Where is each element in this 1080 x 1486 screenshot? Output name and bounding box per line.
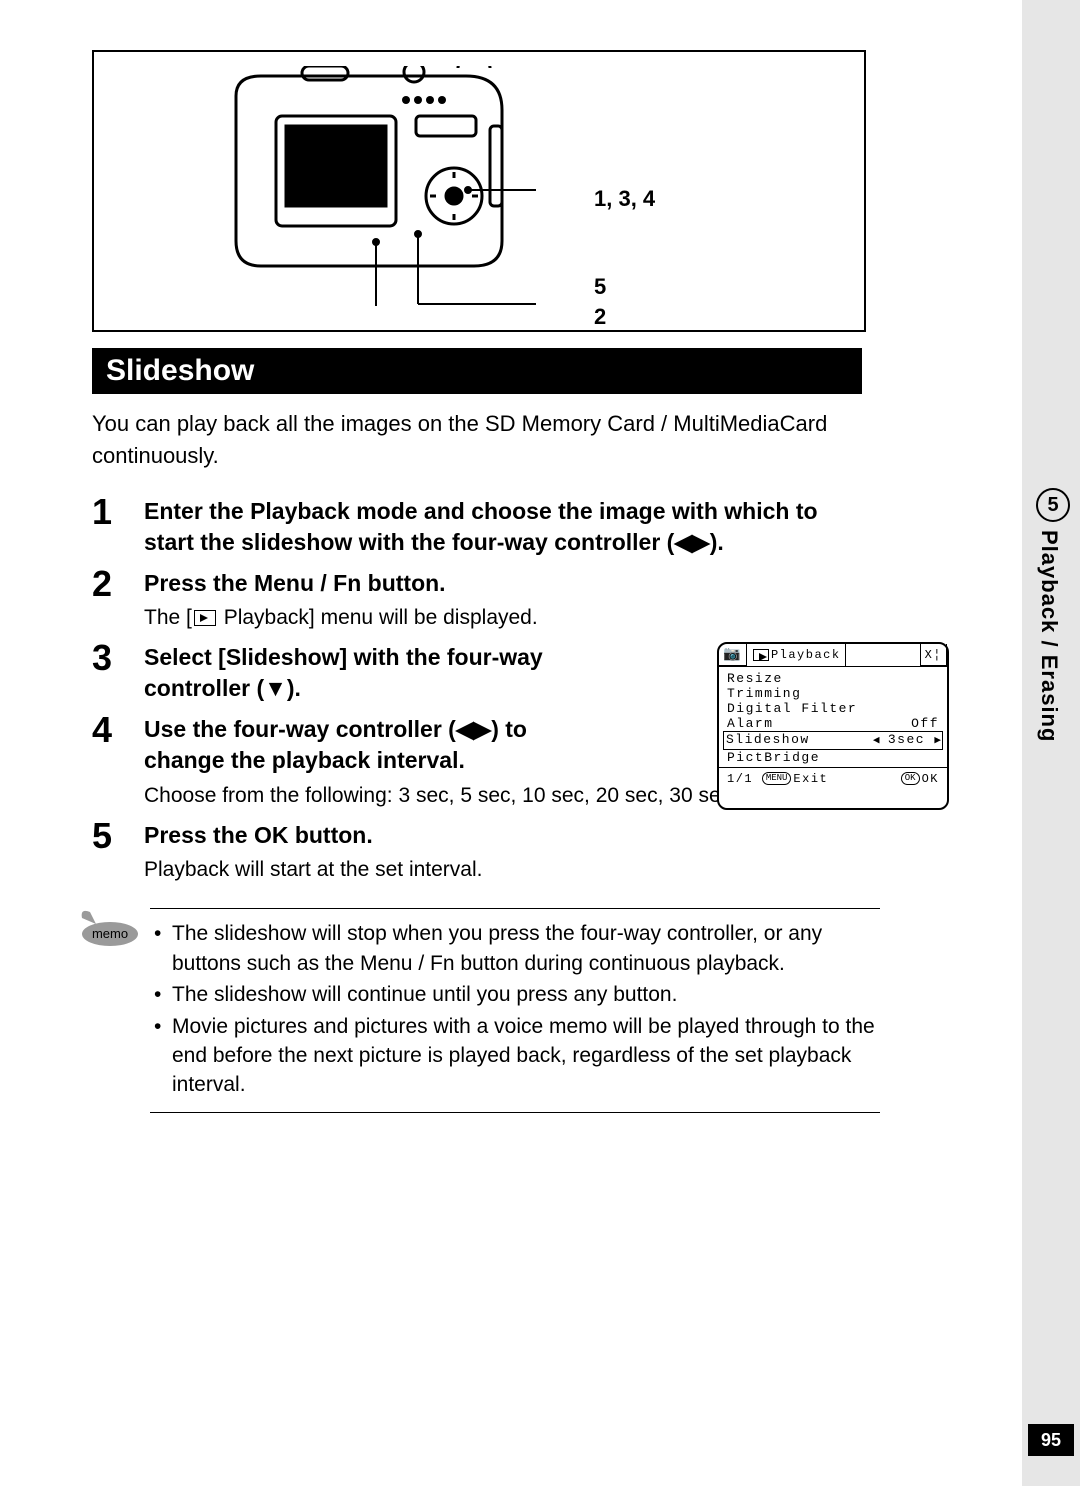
step-5: 5 Press the OK button. Playback will sta…: [92, 816, 862, 884]
menu-button-pill: MENU: [762, 772, 792, 785]
svg-text:memo: memo: [92, 926, 128, 941]
callout-1-3-4: 1, 3, 4: [594, 186, 655, 212]
playback-icon: [194, 610, 216, 626]
playback-icon: [753, 649, 769, 661]
menu-tab-playback: Playback: [747, 644, 846, 666]
section-heading: Slideshow: [92, 348, 862, 394]
step-subtext: The [ Playback] menu will be displayed.: [144, 603, 862, 632]
camera-illustration: 1, 3, 4 5 2: [92, 50, 866, 332]
side-bar: [1022, 0, 1080, 1486]
step-title: Select [Slideshow] with the four-way con…: [144, 642, 564, 704]
ok-button-pill: OK: [901, 772, 920, 785]
callout-2: 2: [594, 304, 606, 330]
menu-item-digital-filter: Digital Filter: [725, 701, 941, 716]
step-number: 2: [92, 564, 144, 604]
menu-tab-camera: 📷: [719, 644, 747, 666]
section-label: Playback / Erasing: [1036, 530, 1062, 742]
menu-footer-left: 1/1 MENUExit: [727, 772, 828, 786]
memo-item: Movie pictures and pictures with a voice…: [154, 1012, 876, 1100]
memo-list: The slideshow will stop when you press t…: [150, 908, 880, 1112]
menu-tab-setup: X¦: [920, 644, 947, 666]
menu-item-trimming: Trimming: [725, 686, 941, 701]
right-arrow-icon: ▶: [934, 735, 940, 747]
step-title: Press the OK button.: [144, 820, 862, 851]
section-number: 5: [1036, 488, 1070, 522]
section-tab: 5 Playback / Erasing: [1036, 488, 1066, 742]
menu-item-alarm: AlarmOff: [725, 716, 941, 731]
step-number: 3: [92, 638, 144, 678]
menu-item-resize: Resize: [725, 671, 941, 686]
memo-item: The slideshow will stop when you press t…: [154, 919, 876, 978]
intro-text: You can play back all the images on the …: [92, 408, 852, 472]
step-subtext: Playback will start at the set interval.: [144, 855, 862, 884]
step-title: Enter the Playback mode and choose the i…: [144, 496, 862, 558]
step-1: 1 Enter the Playback mode and choose the…: [92, 492, 862, 558]
menu-item-slideshow: Slideshow◀ 3sec ▶: [723, 731, 943, 750]
menu-item-pictbridge: PictBridge: [725, 750, 941, 765]
playback-menu-screen: 📷 Playback X¦ Resize Trimming Digital Fi…: [717, 642, 949, 810]
step-title: Press the Menu / Fn button.: [144, 568, 862, 599]
memo-icon: memo: [78, 906, 140, 948]
step-number: 4: [92, 710, 144, 750]
memo-block: memo The slideshow will stop when you pr…: [92, 908, 880, 1112]
callout-5: 5: [594, 274, 606, 300]
left-arrow-icon: ◀: [873, 735, 879, 747]
page-number: 95: [1028, 1424, 1074, 1456]
memo-item: The slideshow will continue until you pr…: [154, 980, 876, 1009]
step-number: 5: [92, 816, 144, 856]
step-number: 1: [92, 492, 144, 532]
step-title: Use the four-way controller (◀▶) to chan…: [144, 714, 584, 776]
camera-icon: 📷: [723, 647, 742, 663]
step-2: 2 Press the Menu / Fn button. The [ Play…: [92, 564, 862, 632]
camera-back-svg: [206, 66, 536, 306]
menu-footer-right: OKOK: [901, 772, 939, 786]
